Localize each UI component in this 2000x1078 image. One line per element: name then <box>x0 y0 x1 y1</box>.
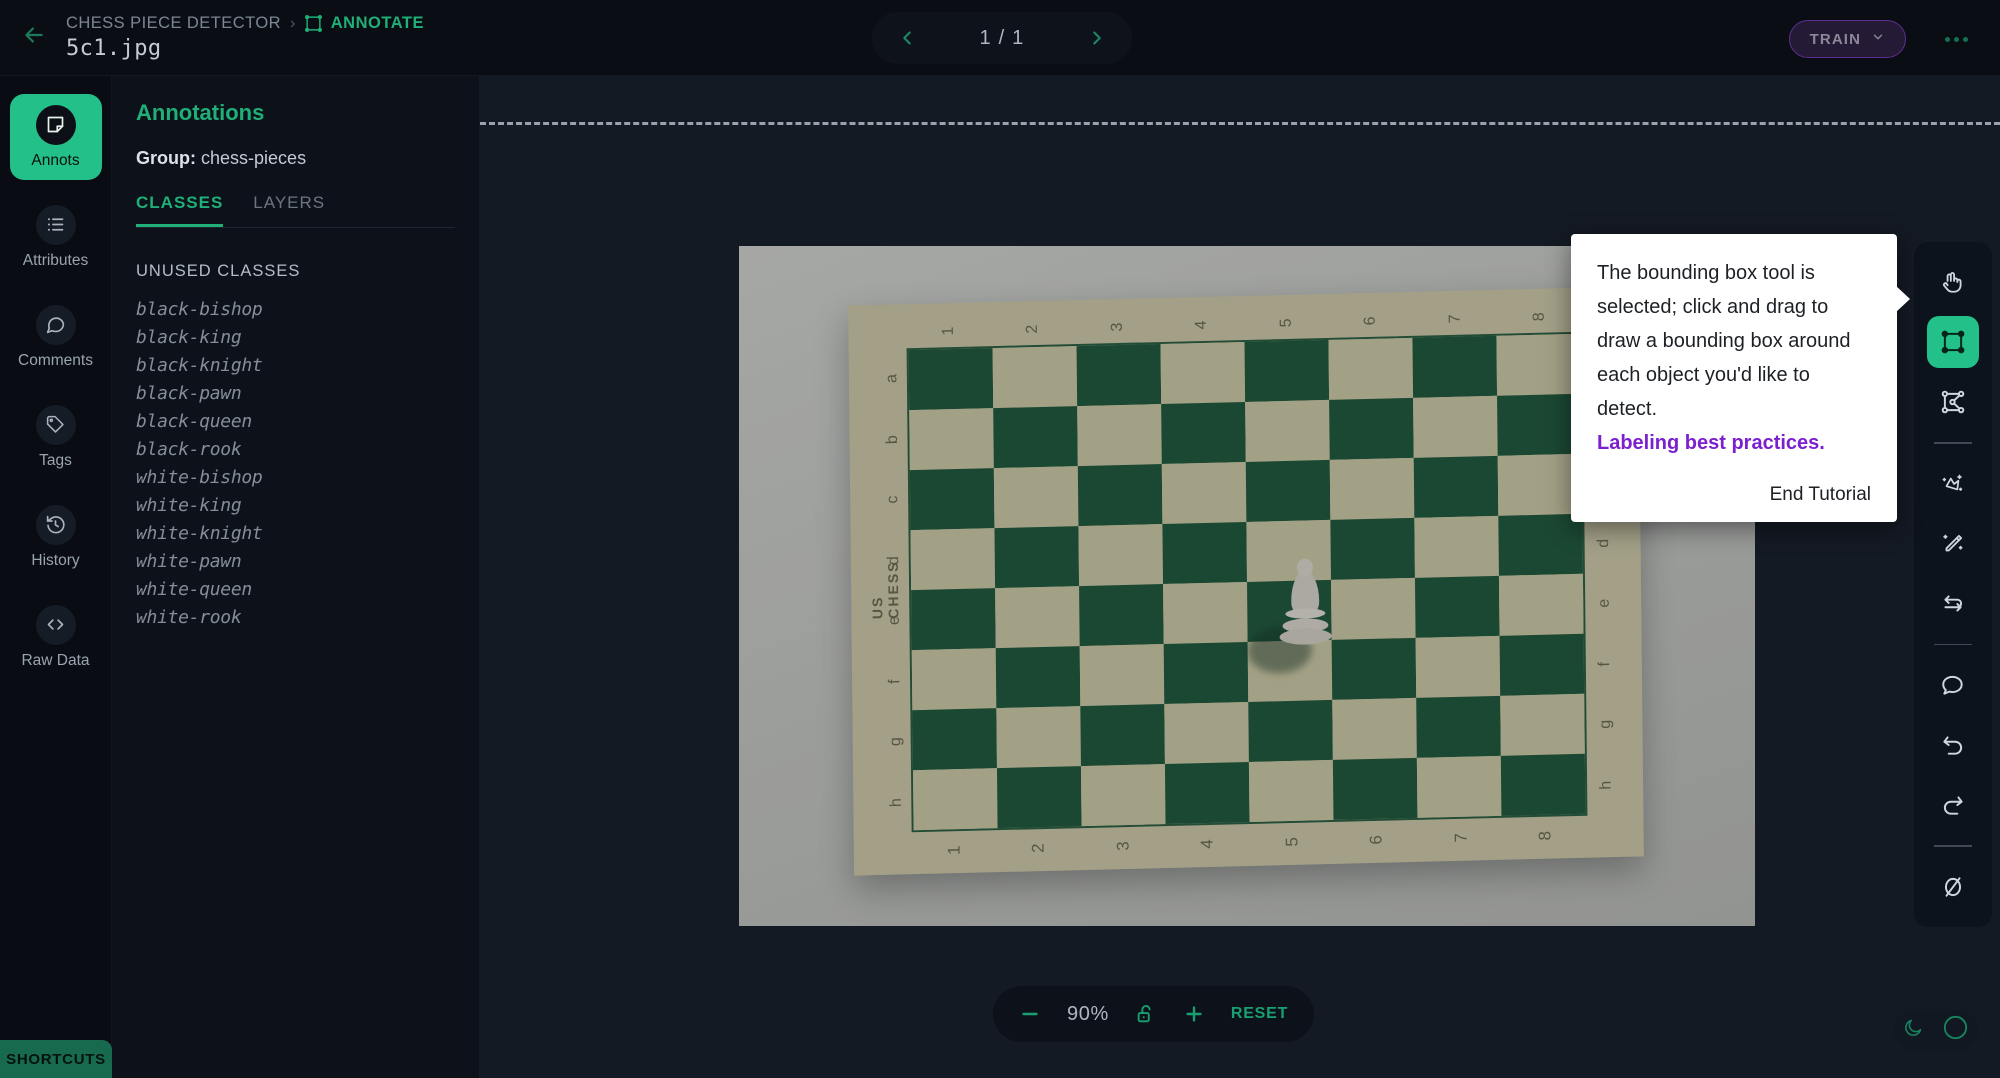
train-button-label: TRAIN <box>1810 31 1861 48</box>
zoom-level: 90% <box>1067 1003 1109 1026</box>
list-item[interactable]: black-knight <box>136 355 455 376</box>
moon-icon <box>1903 1017 1924 1043</box>
annotations-panel-body: UNUSED CLASSES black-bishop black-king b… <box>112 228 479 628</box>
list-item[interactable]: black-rook <box>136 439 455 460</box>
note-square-icon <box>36 105 76 145</box>
list-item[interactable]: white-pawn <box>136 551 455 572</box>
theme-toggle[interactable] <box>1894 1010 1978 1050</box>
tutorial-tooltip: The bounding box tool is selected; click… <box>1571 234 1897 522</box>
tab-classes[interactable]: CLASSES <box>136 193 223 227</box>
tutorial-text: The bounding box tool is selected; click… <box>1597 256 1871 426</box>
sidebar-item-history[interactable]: History <box>10 494 102 580</box>
toolbar-divider <box>1934 845 1972 847</box>
list-item[interactable]: white-queen <box>136 579 455 600</box>
tags-icon <box>36 405 76 445</box>
zoom-reset-button[interactable]: RESET <box>1231 1005 1288 1023</box>
zoom-out-button[interactable] <box>1019 1003 1041 1025</box>
labeling-best-practices-link[interactable]: Labeling best practices. <box>1597 426 1871 460</box>
sidebar-item-attributes[interactable]: Attributes <box>10 194 102 280</box>
chevron-down-icon <box>1871 30 1885 48</box>
unlocked-padlock-icon[interactable] <box>1135 1003 1157 1025</box>
null-slash-icon[interactable] <box>1927 861 1979 913</box>
image-pager: 1 / 1 <box>872 12 1132 64</box>
comment-icon <box>36 305 76 345</box>
canvas-guide-line <box>480 122 2000 125</box>
list-icon <box>36 205 76 245</box>
list-item[interactable]: black-pawn <box>136 383 455 404</box>
sidebar-item-label: History <box>31 552 79 570</box>
board-squares <box>907 332 1588 833</box>
sidebar-item-label: Annots <box>31 152 79 170</box>
left-rail: Annots Attributes Comments Tags History <box>0 76 112 1078</box>
prev-image-button[interactable] <box>896 27 918 49</box>
group-value: chess-pieces <box>201 148 306 168</box>
list-item[interactable]: white-knight <box>136 523 455 544</box>
image-canvas[interactable]: 1 2 3 4 5 6 7 8 a b c d e <box>480 76 2000 1078</box>
group-label: Group: <box>136 148 196 168</box>
pan-hand-icon[interactable] <box>1927 256 1979 308</box>
arrow-left-icon <box>21 22 47 53</box>
list-item[interactable]: black-queen <box>136 411 455 432</box>
breadcrumb-separator: › <box>290 15 296 33</box>
list-item[interactable]: white-rook <box>136 607 455 628</box>
redo-icon[interactable] <box>1927 779 1979 831</box>
chess-piece-white-bishop <box>1279 558 1332 655</box>
annotation-app: CHESS PIECE DETECTOR › ANNOTATE 5c1.jpg … <box>0 0 2000 1078</box>
toolbar-divider <box>1934 442 1972 444</box>
back-button[interactable] <box>12 16 56 60</box>
repeat-previous-icon[interactable] <box>1927 578 1979 630</box>
smart-polygon-icon[interactable] <box>1927 458 1979 510</box>
zoom-toolbar: 90% RESET <box>993 986 1314 1042</box>
unused-classes-title: UNUSED CLASSES <box>136 262 455 281</box>
code-brackets-icon <box>36 605 76 645</box>
list-item[interactable]: white-king <box>136 495 455 516</box>
top-bar: CHESS PIECE DETECTOR › ANNOTATE 5c1.jpg … <box>0 0 2000 76</box>
train-button[interactable]: TRAIN <box>1789 20 1906 58</box>
undo-icon[interactable] <box>1927 719 1979 771</box>
page-count: 1 / 1 <box>980 27 1025 50</box>
breadcrumb-project[interactable]: CHESS PIECE DETECTOR <box>66 14 281 33</box>
zoom-in-button[interactable] <box>1183 1003 1205 1025</box>
sidebar-item-label: Comments <box>18 352 93 370</box>
breadcrumb: CHESS PIECE DETECTOR › ANNOTATE 5c1.jpg <box>66 14 424 61</box>
tool-toolbar <box>1914 242 1992 927</box>
shortcuts-button[interactable]: SHORTCUTS <box>0 1040 112 1078</box>
next-image-button[interactable] <box>1086 27 1108 49</box>
sidebar-item-raw-data[interactable]: Raw Data <box>10 594 102 680</box>
kebab-menu-icon <box>1945 37 1950 42</box>
history-clock-icon <box>36 505 76 545</box>
toolbar-divider <box>1934 644 1972 646</box>
tab-layers[interactable]: LAYERS <box>253 193 325 227</box>
bounding-box-icon[interactable] <box>1927 316 1979 368</box>
sidebar-item-annots[interactable]: Annots <box>10 94 102 180</box>
comment-bubble-icon[interactable] <box>1927 659 1979 711</box>
sidebar-item-label: Attributes <box>23 252 88 270</box>
chess-board: 1 2 3 4 5 6 7 8 a b c d e <box>799 268 1699 908</box>
list-item[interactable]: black-king <box>136 327 455 348</box>
sun-circle-icon <box>1942 1014 1969 1046</box>
magic-wand-icon[interactable] <box>1927 518 1979 570</box>
annotations-panel: Annotations Group: chess-pieces CLASSES … <box>112 76 480 1078</box>
list-item[interactable]: white-bishop <box>136 467 455 488</box>
sidebar-item-label: Raw Data <box>21 652 89 670</box>
annotations-title: Annotations <box>136 100 455 126</box>
end-tutorial-button[interactable]: End Tutorial <box>1597 484 1871 506</box>
sidebar-item-label: Tags <box>39 452 72 470</box>
annotate-box-icon <box>305 15 322 32</box>
polygon-icon[interactable] <box>1927 376 1979 428</box>
breadcrumb-current[interactable]: ANNOTATE <box>331 14 424 33</box>
group-row: Group: chess-pieces <box>136 148 455 169</box>
list-item[interactable]: black-bishop <box>136 299 455 320</box>
overflow-menu-button[interactable] <box>1936 20 1976 58</box>
page-title: 5c1.jpg <box>66 36 424 61</box>
panel-tabs: CLASSES LAYERS <box>136 193 455 228</box>
annotations-panel-header: Annotations Group: chess-pieces CLASSES … <box>112 76 479 228</box>
sidebar-item-tags[interactable]: Tags <box>10 394 102 480</box>
sidebar-item-comments[interactable]: Comments <box>10 294 102 380</box>
unused-classes-list: black-bishop black-king black-knight bla… <box>136 299 455 628</box>
